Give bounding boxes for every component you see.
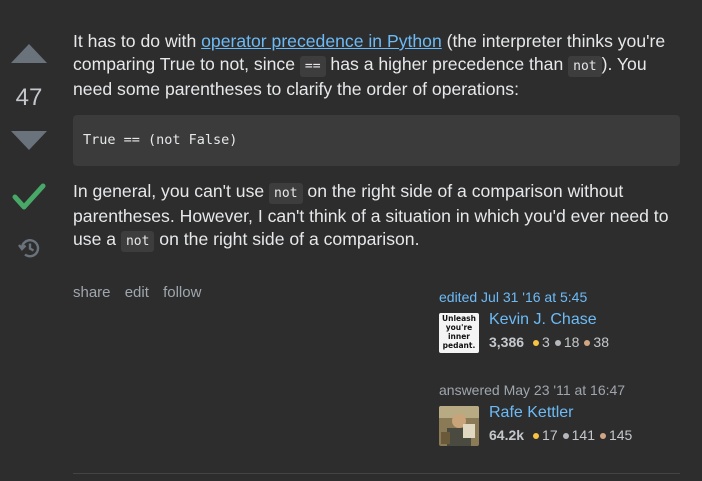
upvote-arrow-icon[interactable]	[9, 42, 49, 64]
author-signature: answered May 23 '11 at 16:47 Rafe Kettle…	[439, 382, 632, 446]
edited-timestamp-link[interactable]: edited Jul 31 '16 at 5:45	[439, 289, 587, 305]
reputation-score: 3,386	[489, 334, 525, 350]
author-photo-icon	[439, 406, 479, 446]
accepted-check-icon	[12, 183, 46, 210]
gold-badge-count: 3	[542, 334, 550, 350]
gold-badge-icon	[533, 340, 540, 346]
answered-timestamp[interactable]: answered May 23 '11 at 16:47	[439, 382, 625, 398]
bronze-badge-icon	[584, 340, 591, 346]
downvote-arrow-icon[interactable]	[9, 130, 49, 152]
answer-body: It has to do with operator precedence in…	[73, 30, 680, 253]
silver-badge-icon	[562, 433, 569, 439]
inline-code: ==	[299, 56, 326, 77]
author-reputation: 64.2k 17 141 145	[489, 427, 632, 443]
paragraph-text: has a higher precedence than	[325, 54, 569, 74]
share-link[interactable]: share	[73, 284, 111, 301]
author-avatar[interactable]	[439, 406, 479, 446]
history-icon[interactable]	[17, 236, 41, 260]
paragraph-text: It has to do with	[73, 31, 202, 51]
bronze-badge-count: 145	[608, 427, 633, 443]
silver-badge-icon	[554, 340, 561, 346]
silver-badge-count: 18	[563, 334, 580, 350]
paragraph-text: on the right side of a comparison.	[154, 229, 420, 249]
gold-badge-icon	[533, 433, 540, 439]
silver-badge-count: 141	[571, 427, 595, 443]
vote-count: 47	[15, 84, 43, 111]
editor-reputation: 3,386 3 18 38	[489, 334, 609, 350]
operator-precedence-link[interactable]: operator precedence in Python	[201, 31, 442, 51]
gold-badge-count: 17	[542, 427, 558, 443]
code-block: True == (not False)	[73, 115, 680, 166]
editor-signature: edited Jul 31 '16 at 5:45 Unleash you're…	[439, 289, 609, 353]
inline-code: not	[120, 231, 155, 252]
inline-code: not	[568, 56, 602, 77]
post-divider	[73, 473, 680, 474]
bronze-badge-count: 38	[593, 334, 609, 350]
editor-name-link[interactable]: Kevin J. Chase	[489, 311, 597, 329]
author-name-link[interactable]: Rafe Kettler	[489, 404, 573, 422]
avatar-text: Unleash you're inner pedant.	[442, 314, 476, 350]
reputation-score: 64.2k	[489, 427, 525, 443]
answer-paragraph-1: It has to do with operator precedence in…	[73, 30, 673, 101]
follow-link[interactable]: follow	[163, 284, 201, 301]
answer-paragraph-2: In general, you can't use not on the rig…	[73, 180, 673, 253]
bronze-badge-icon	[599, 433, 606, 439]
edit-link[interactable]: edit	[125, 284, 149, 301]
editor-avatar[interactable]: Unleash you're inner pedant.	[439, 313, 479, 353]
inline-code: not	[269, 183, 303, 204]
post-actions: share edit follow	[73, 284, 211, 301]
paragraph-text: In general, you can't use	[73, 181, 270, 201]
